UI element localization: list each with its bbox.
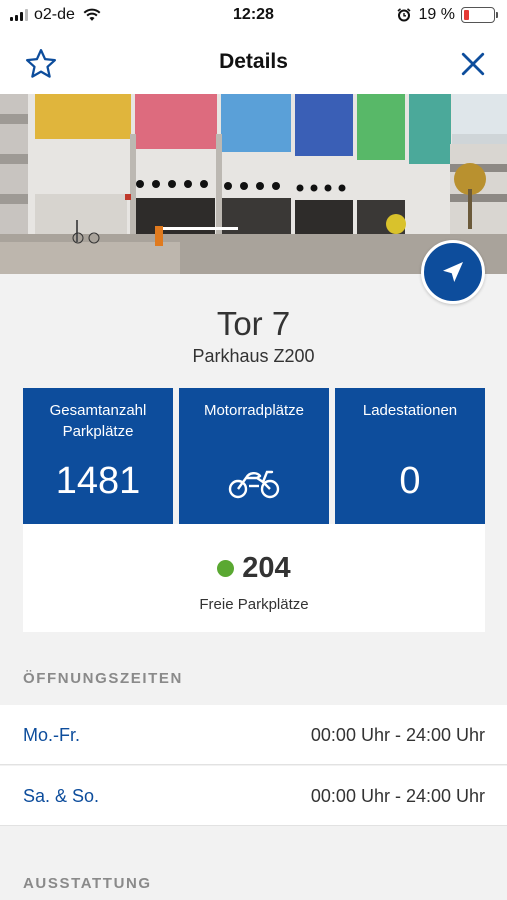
availability-status-icon bbox=[217, 560, 235, 577]
hours-day: Mo.-Fr. bbox=[23, 725, 80, 745]
tile-value: 1481 bbox=[55, 460, 141, 502]
navigation-arrow-icon bbox=[443, 262, 463, 282]
page-title: Details bbox=[219, 50, 288, 73]
opening-hours-row: Sa. & So. 00:00 Uhr - 24:00 Uhr bbox=[0, 766, 507, 826]
charging-stations-tile: Ladestationen 0 bbox=[335, 388, 485, 524]
status-bar: o2-de 12:28 19 % bbox=[0, 0, 507, 32]
free-spaces-card: 204 Freie Parkplätze bbox=[23, 524, 485, 632]
navigate-button[interactable] bbox=[421, 240, 485, 304]
hours-time: 00:00 Uhr - 24:00 Uhr bbox=[310, 725, 485, 745]
navigation-bar: Details bbox=[0, 32, 507, 94]
stat-tiles: Gesamtanzahl Parkplätze 1481 Motorradplä… bbox=[23, 388, 485, 524]
hours-time: 00:00 Uhr - 24:00 Uhr bbox=[310, 786, 485, 806]
facility-name: Parkhaus Z200 bbox=[192, 346, 315, 366]
tile-label: Gesamtanzahl Parkplätze bbox=[49, 402, 147, 440]
total-spaces-tile: Gesamtanzahl Parkplätze 1481 bbox=[23, 388, 173, 524]
opening-hours-row: Mo.-Fr. 00:00 Uhr - 24:00 Uhr bbox=[0, 705, 507, 765]
hours-day: Sa. & So. bbox=[23, 786, 100, 806]
tile-value: 0 bbox=[399, 460, 421, 502]
close-button[interactable] bbox=[455, 46, 491, 82]
equipment-header: AUSSTATTUNG bbox=[23, 875, 152, 892]
tile-label: Ladestationen bbox=[362, 402, 458, 419]
motorcycle-spaces-tile: Motorradplätze bbox=[179, 388, 329, 524]
opening-hours-header: ÖFFNUNGSZEITEN bbox=[23, 670, 183, 687]
battery-icon bbox=[461, 7, 498, 23]
gate-name: Tor 7 bbox=[216, 305, 291, 342]
motorcycle-icon bbox=[228, 470, 280, 499]
tile-label: Motorradplätze bbox=[203, 402, 305, 419]
battery-percent: 19 % bbox=[418, 6, 455, 23]
free-spaces-count: 204 bbox=[242, 552, 291, 584]
close-icon bbox=[461, 52, 485, 76]
alarm-clock-icon bbox=[397, 8, 411, 22]
free-spaces-caption: Freie Parkplätze bbox=[199, 596, 309, 613]
